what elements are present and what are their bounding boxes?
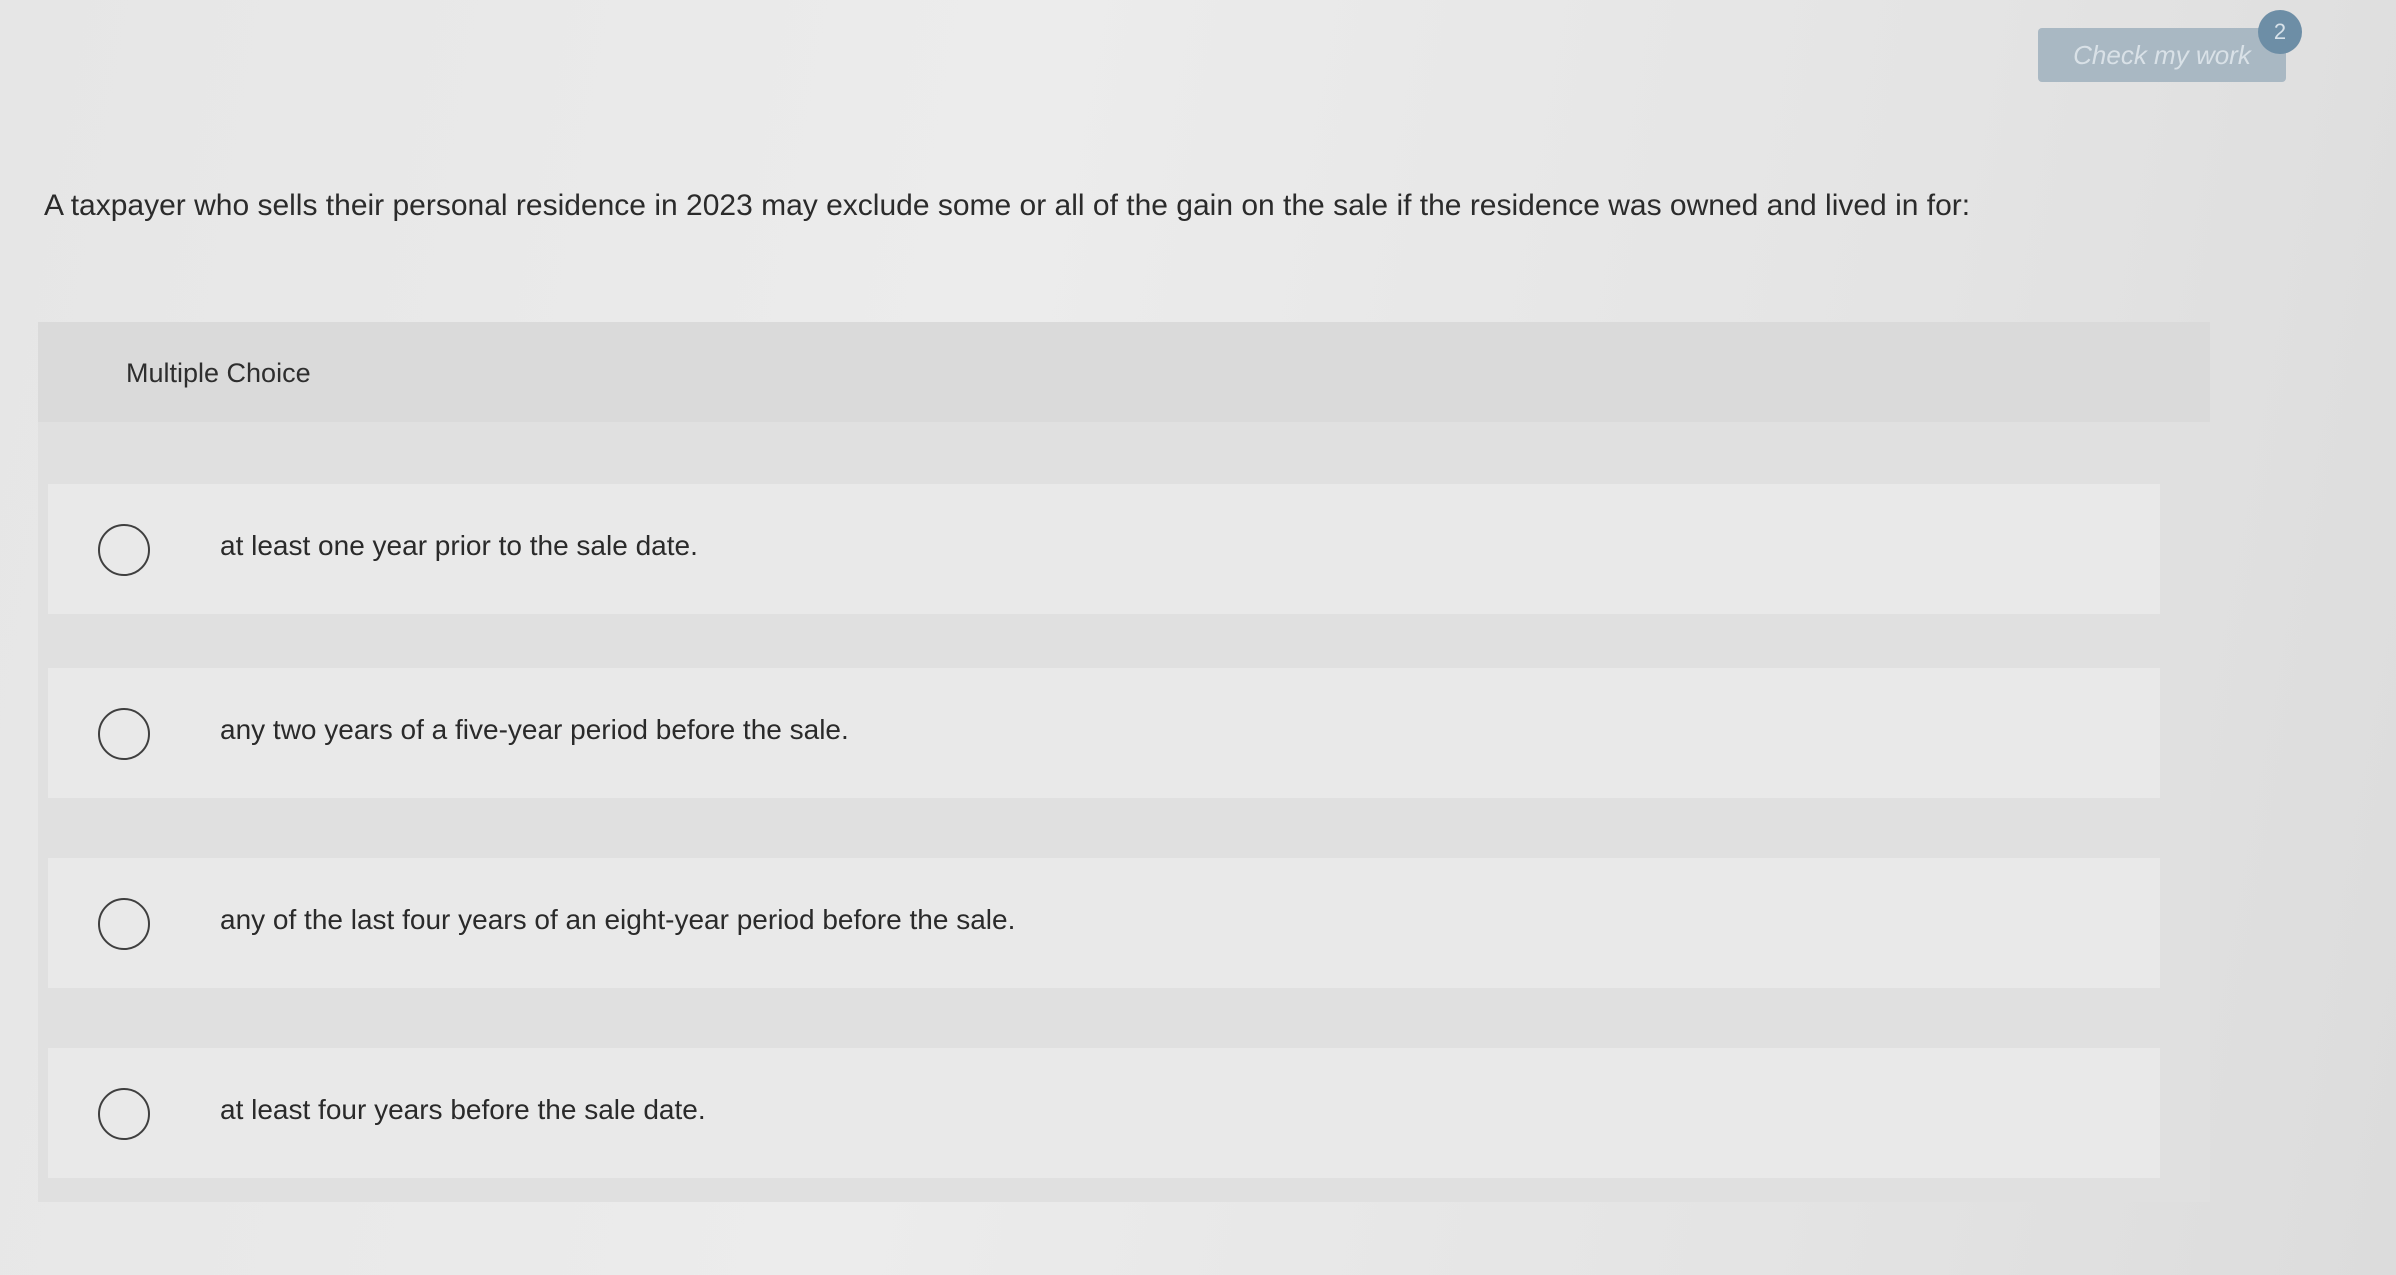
choice-label: any of the last four years of an eight-y… <box>220 904 1016 935</box>
choice-option-2[interactable]: any two years of a five-year period befo… <box>48 668 2160 798</box>
check-count-badge: 2 <box>2258 10 2302 54</box>
choice-option-3[interactable]: any of the last four years of an eight-y… <box>48 858 2160 988</box>
multiple-choice-header: Multiple Choice <box>38 322 2210 422</box>
question-text: A taxpayer who sells their personal resi… <box>44 189 1971 222</box>
radio-button-icon[interactable] <box>98 524 150 576</box>
choice-label: any two years of a five-year period befo… <box>220 714 849 745</box>
check-my-work-button[interactable]: Check my work <box>2038 28 2286 82</box>
choice-option-1[interactable]: at least one year prior to the sale date… <box>48 484 2160 614</box>
choice-option-4[interactable]: at least four years before the sale date… <box>48 1048 2160 1178</box>
choice-label: at least four years before the sale date… <box>220 1094 706 1125</box>
multiple-choice-label: Multiple Choice <box>126 358 311 388</box>
radio-button-icon[interactable] <box>98 1088 150 1140</box>
radio-button-icon[interactable] <box>98 898 150 950</box>
choice-label: at least one year prior to the sale date… <box>220 530 698 561</box>
radio-button-icon[interactable] <box>98 708 150 760</box>
